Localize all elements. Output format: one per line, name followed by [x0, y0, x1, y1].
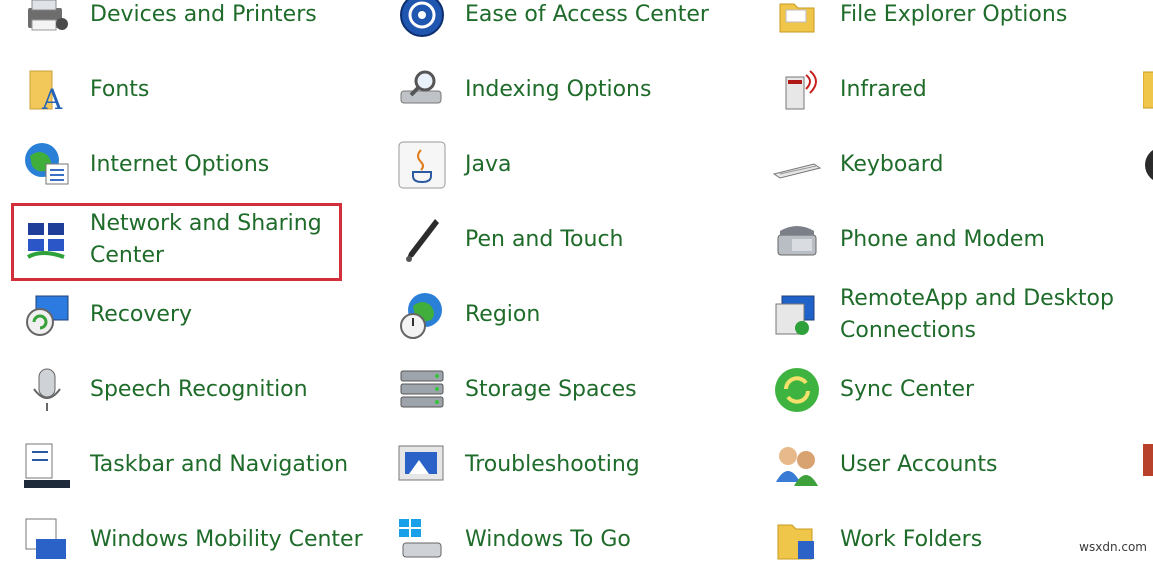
- item-recovery[interactable]: Recovery: [22, 290, 192, 340]
- pen-icon: [397, 215, 447, 265]
- item-label: Work Folders: [840, 527, 983, 552]
- item-phone-and-modem[interactable]: Phone and Modem: [772, 215, 1045, 265]
- item-indexing-options[interactable]: Indexing Options: [397, 65, 651, 115]
- fonts-icon: A: [22, 65, 72, 115]
- devices-printers-icon: [22, 0, 72, 40]
- folder-options-icon: [772, 0, 822, 40]
- item-label: RemoteApp and Desktop Connections: [840, 286, 1114, 343]
- item-label: Speech Recognition: [90, 377, 308, 402]
- item-fonts[interactable]: A Fonts: [22, 65, 149, 115]
- item-ease-of-access[interactable]: Ease of Access Center: [397, 0, 709, 40]
- item-label: Storage Spaces: [465, 377, 637, 402]
- svg-text:A: A: [41, 83, 63, 115]
- item-label: Windows To Go: [465, 527, 631, 552]
- item-devices-and-printers[interactable]: Devices and Printers: [22, 0, 317, 40]
- item-label: Internet Options: [90, 152, 270, 177]
- item-work-folders[interactable]: Work Folders: [772, 515, 982, 565]
- item-windows-mobility-center[interactable]: Windows Mobility Center: [22, 515, 363, 565]
- mobility-icon: [22, 515, 72, 565]
- item-label: User Accounts: [840, 452, 998, 477]
- phone-icon: [772, 215, 822, 265]
- item-label: Recovery: [90, 302, 193, 327]
- item-label: Java: [465, 152, 512, 177]
- item-remoteapp[interactable]: RemoteApp and Desktop Connections: [772, 283, 1122, 347]
- item-label: File Explorer Options: [840, 2, 1068, 27]
- watermark: wsxdn.com: [1079, 540, 1147, 554]
- network-sharing-icon: [22, 215, 72, 265]
- item-windows-to-go[interactable]: Windows To Go: [397, 515, 631, 565]
- item-label: Phone and Modem: [840, 227, 1045, 252]
- item-label: Keyboard: [840, 152, 944, 177]
- indexing-icon: [397, 65, 447, 115]
- item-pen-and-touch[interactable]: Pen and Touch: [397, 215, 623, 265]
- item-internet-options[interactable]: Internet Options: [22, 140, 269, 190]
- remoteapp-icon: [772, 290, 822, 340]
- item-taskbar-and-navigation[interactable]: Taskbar and Navigation: [22, 440, 348, 490]
- region-icon: [397, 290, 447, 340]
- infrared-icon: [772, 65, 822, 115]
- java-icon: [397, 140, 447, 190]
- storage-icon: [397, 365, 447, 415]
- windows-to-go-icon: [397, 515, 447, 565]
- microphone-icon: [22, 365, 72, 415]
- item-troubleshooting[interactable]: Troubleshooting: [397, 440, 640, 490]
- item-storage-spaces[interactable]: Storage Spaces: [397, 365, 637, 415]
- item-region[interactable]: Region: [397, 290, 540, 340]
- item-network-and-sharing-center[interactable]: Network and Sharing Center: [22, 208, 322, 272]
- work-folders-icon: [772, 515, 822, 565]
- item-label: Pen and Touch: [465, 227, 624, 252]
- troubleshooting-icon: [397, 440, 447, 490]
- ease-of-access-icon: [397, 0, 447, 40]
- item-label: Troubleshooting: [465, 452, 640, 477]
- item-sync-center[interactable]: Sync Center: [772, 365, 974, 415]
- item-label: Taskbar and Navigation: [90, 452, 349, 477]
- item-java[interactable]: Java: [397, 140, 511, 190]
- item-label: Windows Mobility Center: [90, 527, 363, 552]
- item-file-explorer-options[interactable]: File Explorer Options: [772, 0, 1067, 40]
- item-label: Devices and Printers: [90, 2, 317, 27]
- item-keyboard[interactable]: Keyboard: [772, 140, 943, 190]
- item-label: Sync Center: [840, 377, 975, 402]
- users-icon: [772, 440, 822, 490]
- recovery-icon: [22, 290, 72, 340]
- clipped-column-icon: [1143, 440, 1153, 480]
- sync-icon: [772, 365, 822, 415]
- internet-options-icon: [22, 140, 72, 190]
- item-label: Indexing Options: [465, 77, 652, 102]
- item-label: Network and Sharing Center: [90, 211, 322, 268]
- clipped-column-icon: [1143, 145, 1153, 185]
- item-label: Region: [465, 302, 541, 327]
- item-label: Ease of Access Center: [465, 2, 709, 27]
- item-speech-recognition[interactable]: Speech Recognition: [22, 365, 308, 415]
- item-infrared[interactable]: Infrared: [772, 65, 927, 115]
- item-label: Fonts: [90, 77, 150, 102]
- item-user-accounts[interactable]: User Accounts: [772, 440, 997, 490]
- keyboard-icon: [772, 140, 822, 190]
- item-label: Infrared: [840, 77, 927, 102]
- clipped-column-icon: [1143, 70, 1153, 110]
- taskbar-icon: [22, 440, 72, 490]
